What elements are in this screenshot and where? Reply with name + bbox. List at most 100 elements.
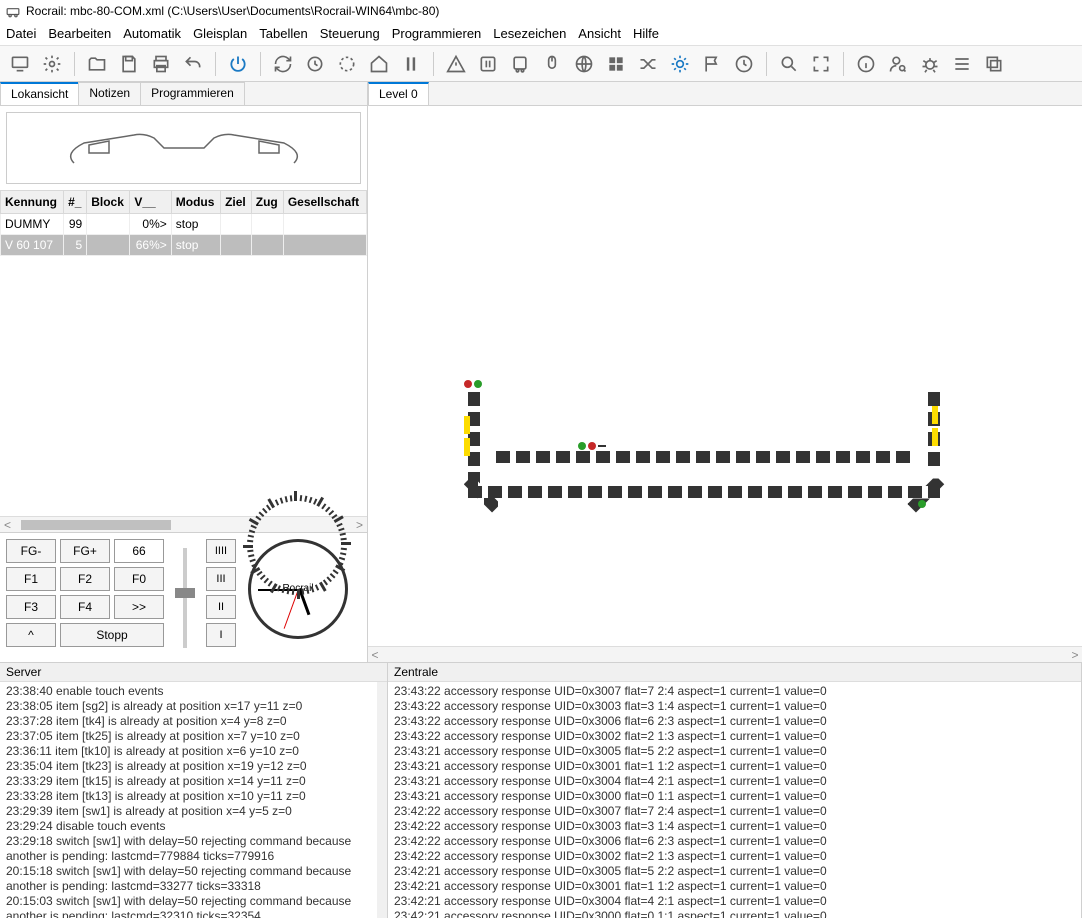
log-line: 23:43:21 accessory response UID=0x3000 f… [394, 789, 1075, 804]
tab-programmieren[interactable]: Programmieren [140, 82, 245, 105]
th-modus[interactable]: Modus [171, 191, 220, 214]
toolbar-globe-icon[interactable] [570, 50, 598, 78]
f3-button[interactable]: F3 [6, 595, 56, 619]
menu-lesezeichen[interactable]: Lesezeichen [493, 26, 566, 41]
toolbar-clock-icon[interactable] [730, 50, 758, 78]
menu-ansicht[interactable]: Ansicht [578, 26, 621, 41]
toolbar-open-icon[interactable] [83, 50, 111, 78]
menu-hilfe[interactable]: Hilfe [633, 26, 659, 41]
log-line: 23:42:21 accessory response UID=0x3001 f… [394, 879, 1075, 894]
signal-mid[interactable] [578, 442, 606, 450]
log-line: 20:15:03 switch [sw1] with delay=50 reje… [6, 894, 381, 918]
th-v[interactable]: V__ [130, 191, 171, 214]
toolbar-mouse-icon[interactable] [538, 50, 566, 78]
table-row[interactable]: DUMMY 99 0%> stop [1, 214, 367, 235]
tab-notizen[interactable]: Notizen [78, 82, 141, 105]
toolbar-pause-icon[interactable] [474, 50, 502, 78]
toolbar-screen-icon[interactable] [6, 50, 34, 78]
window-titlebar: Rocrail: mbc-80-COM.xml (C:\Users\User\D… [0, 0, 1082, 22]
log-line: 23:42:22 accessory response UID=0x3006 f… [394, 834, 1075, 849]
fg-plus-button[interactable]: FG+ [60, 539, 110, 563]
toolbar-save-icon[interactable] [115, 50, 143, 78]
menu-datei[interactable]: Datei [6, 26, 36, 41]
th-ges[interactable]: Gesellschaft [283, 191, 366, 214]
log-line: 23:29:24 disable touch events [6, 819, 381, 834]
toolbar-home-icon[interactable] [365, 50, 393, 78]
toolbar-zoom-icon[interactable] [775, 50, 803, 78]
plan-hscrollbar[interactable]: <> [368, 646, 1082, 662]
toolbar-cycle-icon[interactable] [301, 50, 329, 78]
loco-control-panel: FG- FG+ 66 F1 F2 F0 F3 F4 >> ^ Stopp III… [0, 532, 367, 662]
log-line: 23:36:11 item [tk10] is already at posit… [6, 744, 381, 759]
toolbar-flag-icon[interactable] [698, 50, 726, 78]
toolbar-shuffle-icon[interactable] [634, 50, 662, 78]
toolbar-power-icon[interactable] [224, 50, 252, 78]
log-line: 23:37:28 item [tk4] is already at positi… [6, 714, 381, 729]
rom-2-button[interactable]: II [206, 595, 236, 619]
menu-automatik[interactable]: Automatik [123, 26, 181, 41]
toolbar-grid-icon[interactable] [602, 50, 630, 78]
toolbar-stop-icon[interactable] [397, 50, 425, 78]
toolbar [0, 46, 1082, 82]
caret-button[interactable]: ^ [6, 623, 56, 647]
log-line: 23:42:21 accessory response UID=0x3000 f… [394, 909, 1075, 918]
toolbar-list-icon[interactable] [948, 50, 976, 78]
zentrale-log-header: Zentrale [388, 663, 1081, 682]
rom-3-button[interactable]: III [206, 567, 236, 591]
toolbar-light-icon[interactable] [666, 50, 694, 78]
f0-button[interactable]: F0 [114, 567, 164, 591]
toolbar-user-search-icon[interactable] [884, 50, 912, 78]
th-num[interactable]: #_ [64, 191, 87, 214]
log-line: 20:15:18 switch [sw1] with delay=50 reje… [6, 864, 381, 894]
toolbar-copy-icon[interactable] [980, 50, 1008, 78]
menu-bearbeiten[interactable]: Bearbeiten [48, 26, 111, 41]
th-ziel[interactable]: Ziel [221, 191, 252, 214]
rom-1-button[interactable]: I [206, 623, 236, 647]
log-line: 23:43:22 accessory response UID=0x3006 f… [394, 714, 1075, 729]
plan-tabs: Level 0 [368, 82, 1082, 106]
log-line: 23:38:05 item [sg2] is already at positi… [6, 699, 381, 714]
f4-button[interactable]: F4 [60, 595, 110, 619]
toolbar-info-icon[interactable] [852, 50, 880, 78]
toolbar-dashed-circle-icon[interactable] [333, 50, 361, 78]
toolbar-bug-icon[interactable] [916, 50, 944, 78]
f2-button[interactable]: F2 [60, 567, 110, 591]
toolbar-fullscreen-icon[interactable] [807, 50, 835, 78]
menu-tabellen[interactable]: Tabellen [259, 26, 307, 41]
clock-widget: Rocrail [248, 539, 348, 639]
toolbar-train-icon[interactable] [506, 50, 534, 78]
signal-left[interactable] [464, 380, 482, 388]
loco-outline-icon [54, 123, 314, 173]
table-row[interactable]: V 60 107 5 66%> stop [1, 235, 367, 256]
log-line: 23:37:05 item [tk25] is already at posit… [6, 729, 381, 744]
menu-steuerung[interactable]: Steuerung [320, 26, 380, 41]
toolbar-warning-icon[interactable] [442, 50, 470, 78]
fg-minus-button[interactable]: FG- [6, 539, 56, 563]
th-zug[interactable]: Zug [251, 191, 283, 214]
menu-programmieren[interactable]: Programmieren [392, 26, 482, 41]
log-line: 23:42:21 accessory response UID=0x3005 f… [394, 864, 1075, 879]
toolbar-undo-icon[interactable] [179, 50, 207, 78]
log-line: 23:43:22 accessory response UID=0x3003 f… [394, 699, 1075, 714]
track-plan[interactable] [368, 106, 1082, 646]
rom-4-button[interactable]: IIII [206, 539, 236, 563]
left-hscrollbar[interactable]: <> [0, 516, 367, 532]
tab-lokansicht[interactable]: Lokansicht [0, 82, 79, 105]
th-kennung[interactable]: Kennung [1, 191, 64, 214]
toolbar-gear-icon[interactable] [38, 50, 66, 78]
tab-level-0[interactable]: Level 0 [368, 82, 429, 105]
direction-button[interactable]: >> [114, 595, 164, 619]
log-line: 23:35:04 item [tk23] is already at posit… [6, 759, 381, 774]
th-block[interactable]: Block [87, 191, 130, 214]
speed-slider[interactable] [170, 539, 200, 656]
menu-gleisplan[interactable]: Gleisplan [193, 26, 247, 41]
toolbar-refresh-icon[interactable] [269, 50, 297, 78]
server-log[interactable]: 23:38:40 enable touch events23:38:05 ite… [0, 682, 387, 918]
menubar: Datei Bearbeiten Automatik Gleisplan Tab… [0, 22, 1082, 46]
signal-lower[interactable] [908, 500, 926, 508]
f1-button[interactable]: F1 [6, 567, 56, 591]
log-line: 23:42:22 accessory response UID=0x3007 f… [394, 804, 1075, 819]
toolbar-print-icon[interactable] [147, 50, 175, 78]
stopp-button[interactable]: Stopp [60, 623, 164, 647]
zentrale-log[interactable]: 23:43:22 accessory response UID=0x3007 f… [388, 682, 1081, 918]
